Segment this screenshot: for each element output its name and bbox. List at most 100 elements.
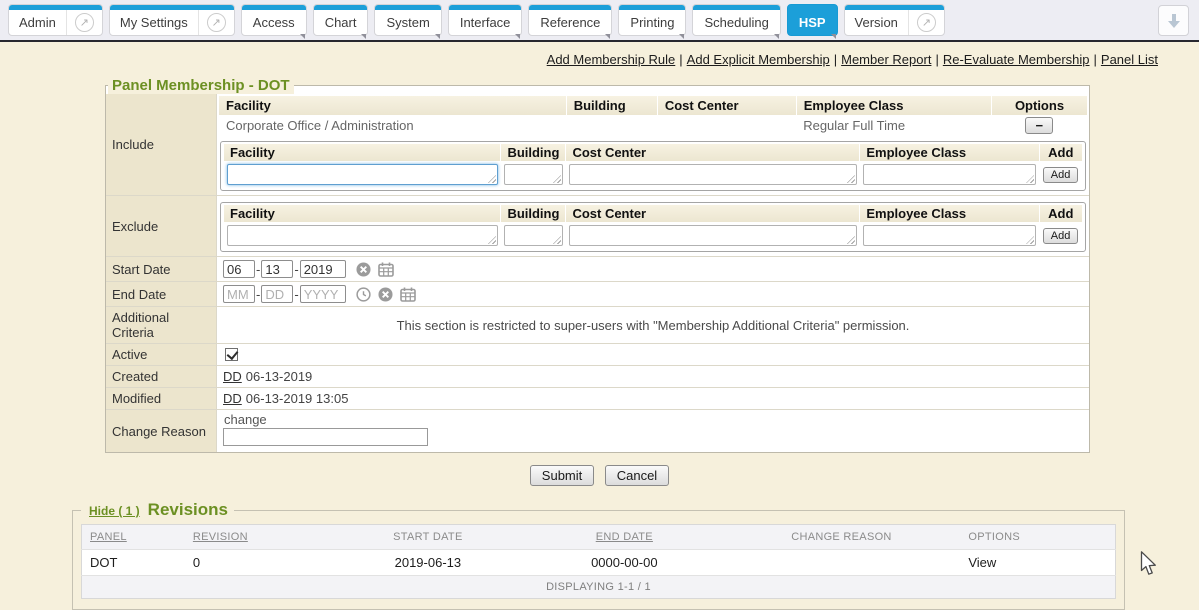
revisions-header-panel[interactable]: PANEL	[82, 525, 185, 550]
active-label: Active	[106, 344, 217, 365]
revisions-header-revision[interactable]: REVISION	[185, 525, 330, 550]
revisions-hide-toggle[interactable]: Hide ( 1 )	[89, 504, 140, 518]
link-separator: |	[679, 52, 682, 67]
revision-start-date: 2019-06-13	[330, 550, 526, 576]
end-year-input[interactable]	[300, 285, 346, 303]
start-year-input[interactable]	[300, 260, 346, 278]
calendar-icon[interactable]	[400, 287, 416, 302]
active-row: Active	[106, 343, 1089, 365]
date-separator: -	[294, 262, 298, 277]
end-day-input[interactable]	[261, 285, 293, 303]
additional-criteria-row: Additional Criteria This section is rest…	[106, 306, 1089, 343]
revisions-paging-status: DISPLAYING 1-1 / 1	[82, 576, 1116, 599]
collapse-header-button[interactable]	[1158, 5, 1189, 36]
end-date-label: End Date	[106, 282, 217, 306]
clear-date-icon[interactable]	[356, 262, 371, 277]
add-header-facility: Facility	[224, 205, 501, 222]
time-icon[interactable]	[356, 287, 371, 302]
include-cost-center-input[interactable]	[569, 164, 857, 185]
revision-panel: DOT	[82, 550, 185, 576]
include-building-input[interactable]	[504, 164, 563, 185]
created-user-link[interactable]: DD	[223, 369, 242, 384]
revision-end-date: 0000-00-00	[526, 550, 722, 576]
date-separator: -	[294, 287, 298, 302]
revisions-header-start-date: START DATE	[330, 525, 526, 550]
change-reason-row: Change Reason change	[106, 409, 1089, 452]
add-header-building: Building	[501, 144, 566, 161]
start-month-input[interactable]	[223, 260, 255, 278]
add-header-employee-class: Employee Class	[860, 144, 1039, 161]
tab-hsp-active[interactable]: HSP	[787, 4, 838, 36]
add-header-building: Building	[501, 205, 566, 222]
include-facility-input[interactable]	[227, 164, 498, 185]
rules-header-facility: Facility	[219, 96, 566, 115]
panel-list-link[interactable]: Panel List	[1101, 52, 1158, 67]
link-separator: |	[834, 52, 837, 67]
exclude-facility-input[interactable]	[227, 225, 498, 246]
add-header-employee-class: Employee Class	[860, 205, 1039, 222]
rules-header-cost-center: Cost Center	[657, 96, 796, 115]
tab-my-settings[interactable]: My Settings ↗	[109, 4, 235, 36]
change-reason-input[interactable]	[223, 428, 428, 446]
rules-header-employee-class: Employee Class	[796, 96, 991, 115]
add-explicit-membership-link[interactable]: Add Explicit Membership	[687, 52, 830, 67]
tab-version-label[interactable]: Version	[845, 10, 908, 35]
tab-admin[interactable]: Admin ↗	[8, 4, 103, 36]
tab-reference[interactable]: Reference	[528, 4, 612, 36]
tab-scheduling[interactable]: Scheduling	[692, 4, 780, 36]
add-header-add: Add	[1039, 144, 1082, 161]
tab-admin-label[interactable]: Admin	[9, 10, 66, 35]
tab-version[interactable]: Version ↗	[844, 4, 945, 36]
tab-system[interactable]: System	[374, 4, 441, 36]
submit-button[interactable]: Submit	[530, 465, 594, 486]
tab-my-settings-label[interactable]: My Settings	[110, 10, 198, 35]
page-action-links: Add Membership Rule|Add Explicit Members…	[0, 42, 1199, 69]
start-day-input[interactable]	[261, 260, 293, 278]
re-evaluate-membership-link[interactable]: Re-Evaluate Membership	[943, 52, 1090, 67]
start-date-label: Start Date	[106, 257, 217, 281]
tab-chart[interactable]: Chart	[313, 4, 369, 36]
exclude-add-box: Facility Building Cost Center Employee C…	[220, 202, 1086, 252]
remove-rule-button[interactable]: −	[1025, 117, 1053, 134]
created-date: 06-13-2019	[246, 369, 313, 384]
clear-date-icon[interactable]	[378, 287, 393, 302]
external-link-icon: ↗	[917, 13, 936, 32]
modified-user-link[interactable]: DD	[223, 391, 242, 406]
revisions-fieldset: Hide ( 1 ) Revisions PANEL REVISION STAR…	[72, 500, 1125, 610]
tab-access[interactable]: Access	[241, 4, 307, 36]
add-membership-rule-link[interactable]: Add Membership Rule	[547, 52, 676, 67]
tab-printing[interactable]: Printing	[618, 4, 686, 36]
revision-row: DOT 0 2019-06-13 0000-00-00 View	[82, 550, 1116, 576]
rule-employee-class: Regular Full Time	[796, 115, 991, 136]
external-link-icon: ↗	[75, 13, 94, 32]
active-checkbox-checked[interactable]	[225, 348, 238, 361]
change-reason-current: change	[223, 412, 1083, 427]
link-separator: |	[935, 52, 938, 67]
created-label: Created	[106, 366, 217, 387]
exclude-employee-class-input[interactable]	[863, 225, 1036, 246]
start-date-row: Start Date - -	[106, 256, 1089, 281]
include-row: Include Facility Building Cost Center Em…	[106, 94, 1089, 195]
rule-row: Corporate Office / Administration Regula…	[219, 115, 1087, 136]
tab-interface[interactable]: Interface	[448, 4, 523, 36]
revisions-header-end-date[interactable]: END DATE	[526, 525, 722, 550]
include-label: Include	[106, 94, 217, 195]
exclude-add-button[interactable]: Add	[1043, 228, 1079, 244]
revisions-title: Revisions	[148, 500, 228, 520]
end-month-input[interactable]	[223, 285, 255, 303]
exclude-cost-center-input[interactable]	[569, 225, 857, 246]
restricted-message: This section is restricted to super-user…	[223, 318, 1083, 333]
exclude-label: Exclude	[106, 196, 217, 256]
include-add-button[interactable]: Add	[1043, 167, 1079, 183]
change-reason-label: Change Reason	[106, 410, 217, 452]
down-arrow-icon	[1166, 13, 1182, 29]
revision-view-link[interactable]: View	[968, 555, 996, 570]
panel-membership-title: Panel Membership - DOT	[108, 77, 294, 94]
calendar-icon[interactable]	[378, 262, 394, 277]
cancel-button[interactable]: Cancel	[605, 465, 669, 486]
exclude-building-input[interactable]	[504, 225, 563, 246]
include-employee-class-input[interactable]	[863, 164, 1036, 185]
member-report-link[interactable]: Member Report	[841, 52, 931, 67]
modified-label: Modified	[106, 388, 217, 409]
external-link-icon: ↗	[207, 13, 226, 32]
